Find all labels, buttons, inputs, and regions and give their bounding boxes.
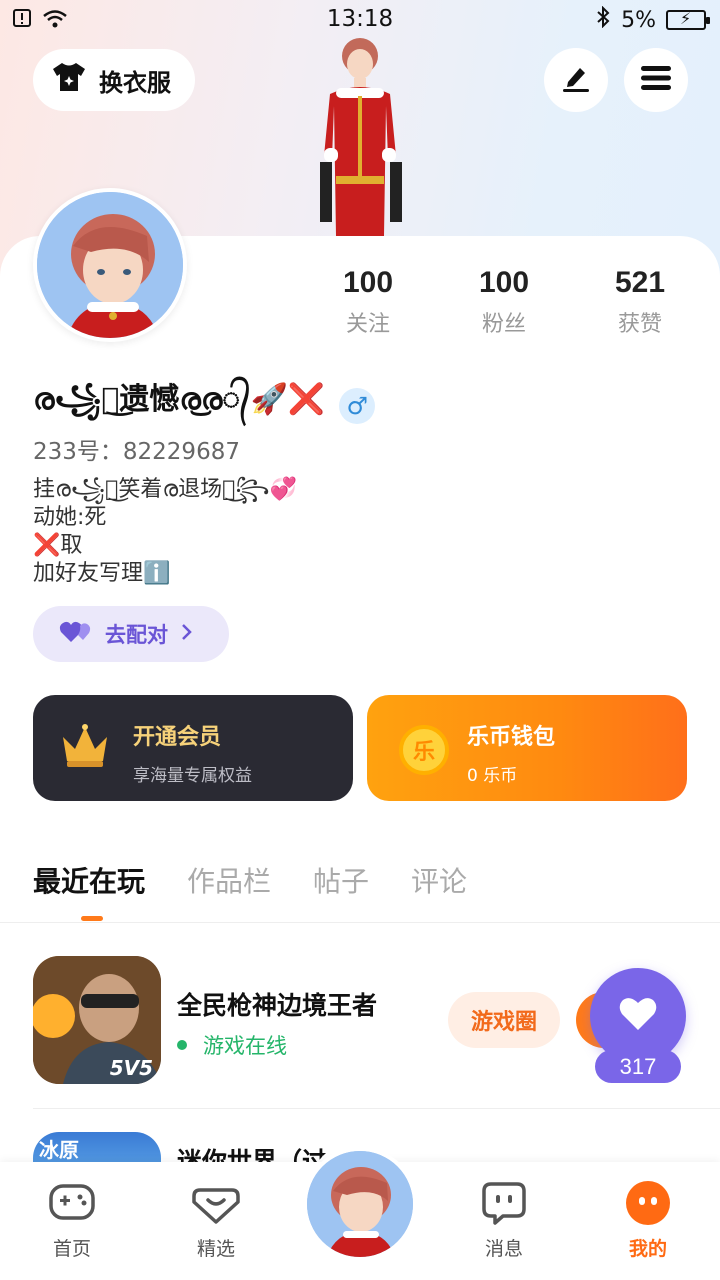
active-tab-indicator: [81, 916, 103, 921]
stat-value: 100: [342, 266, 394, 299]
stat-label: 关注: [345, 312, 390, 337]
row-divider: [33, 1108, 720, 1109]
wallet-title: 乐币钱包: [467, 725, 556, 750]
game-circle-button[interactable]: 游戏圈: [448, 992, 560, 1048]
nav-avatar[interactable]: [303, 1147, 417, 1261]
edit-profile-button[interactable]: [544, 48, 608, 112]
bio-line: ❌取: [33, 533, 83, 558]
like-count: 317: [595, 1050, 681, 1083]
stat-followers[interactable]: 100 粉丝: [436, 266, 572, 338]
bio-line: 动她:死: [33, 505, 107, 530]
status-bar: 13:18 5% ⚡: [0, 0, 720, 40]
stat-following[interactable]: 100 关注: [300, 266, 436, 338]
nav-featured[interactable]: 精选: [176, 1180, 256, 1261]
game-icon-label: 5V5: [109, 1056, 153, 1080]
nav-label: 我的: [628, 1238, 667, 1260]
change-outfit-label: 换衣服: [99, 68, 171, 97]
game-icon[interactable]: 5V5: [33, 956, 161, 1084]
chat-icon: [464, 1180, 544, 1226]
user-id[interactable]: 233号：82229687: [33, 432, 240, 466]
stat-value: 521: [614, 266, 666, 299]
online-status: 游戏在线: [177, 1030, 287, 1060]
tab-comments[interactable]: 评论: [411, 860, 467, 900]
gamepad-icon: [32, 1180, 112, 1226]
bio: 挂ര꧁꫶͜笑着ര退场꫶͜꧂💞 动她:死 ❌取 加好友写理ℹ️: [33, 476, 297, 588]
nav-label: 精选: [196, 1238, 235, 1260]
coin-icon: 乐: [399, 725, 449, 775]
profile-face-icon: [608, 1180, 688, 1226]
nav-messages[interactable]: 消息: [464, 1180, 544, 1261]
crown-icon: [59, 723, 111, 773]
match-label: 去配对: [105, 623, 168, 647]
wallet-subtitle: 0 乐币: [467, 766, 518, 786]
nav-me[interactable]: 我的: [608, 1180, 688, 1261]
online-dot-icon: [177, 1040, 187, 1050]
vip-subtitle: 享海量专属权益: [133, 766, 252, 786]
pen-icon: [560, 62, 592, 98]
game-icon-label: 冰原: [39, 1138, 79, 1162]
bluetooth-icon: [595, 5, 611, 34]
coin-wallet-card[interactable]: 乐 乐币钱包 0 乐币: [367, 695, 687, 801]
online-status-label: 游戏在线: [203, 1034, 287, 1058]
heart-box-icon: [176, 1180, 256, 1226]
change-outfit-button[interactable]: 换衣服: [33, 49, 195, 111]
menu-button[interactable]: [624, 48, 688, 112]
vip-membership-card[interactable]: 开通会员 享海量专属权益: [33, 695, 353, 801]
character-figure[interactable]: [300, 36, 420, 238]
heart-icon: [618, 996, 658, 1036]
tabs-divider: [0, 922, 720, 923]
stat-label: 获赞: [617, 312, 662, 337]
username-row: ര꧁꫶͜遗憾ര͜ര᭄🚀❌ ♂: [33, 374, 376, 437]
stat-likes[interactable]: 521 获赞: [572, 266, 708, 338]
nav-home[interactable]: 首页: [32, 1180, 112, 1261]
battery-charging-icon: ⚡: [666, 9, 710, 30]
nav-label: 消息: [484, 1238, 523, 1260]
tab-works[interactable]: 作品栏: [187, 860, 271, 900]
double-heart-icon: [59, 620, 93, 649]
username: ര꧁꫶͜遗憾ര͜ര᭄🚀❌: [33, 382, 326, 417]
battery-percent: 5%: [621, 7, 656, 33]
bio-line: 加好友写理ℹ️: [33, 561, 171, 586]
nav-label: 首页: [52, 1238, 91, 1260]
gender-male-icon: ♂: [339, 387, 376, 424]
bio-line: 挂ര꧁꫶͜笑着ര退场꫶͜꧂💞: [33, 477, 298, 502]
profile-tabs: 最近在玩 作品栏 帖子 评论: [33, 860, 467, 900]
shirt-icon: [51, 61, 87, 99]
tab-posts[interactable]: 帖子: [313, 860, 369, 900]
menu-icon: [640, 64, 672, 96]
tab-recently-played[interactable]: 最近在玩: [33, 860, 145, 900]
match-button[interactable]: 去配对: [33, 606, 229, 662]
stat-value: 100: [478, 266, 530, 299]
chevron-right-icon: [180, 622, 194, 647]
vip-title: 开通会员: [133, 725, 222, 750]
stat-label: 粉丝: [481, 312, 526, 337]
profile-avatar[interactable]: [33, 188, 187, 342]
game-title: 全民枪神边境王者: [177, 991, 378, 1020]
profile-stats: 100 关注 100 粉丝 521 获赞: [300, 266, 720, 338]
